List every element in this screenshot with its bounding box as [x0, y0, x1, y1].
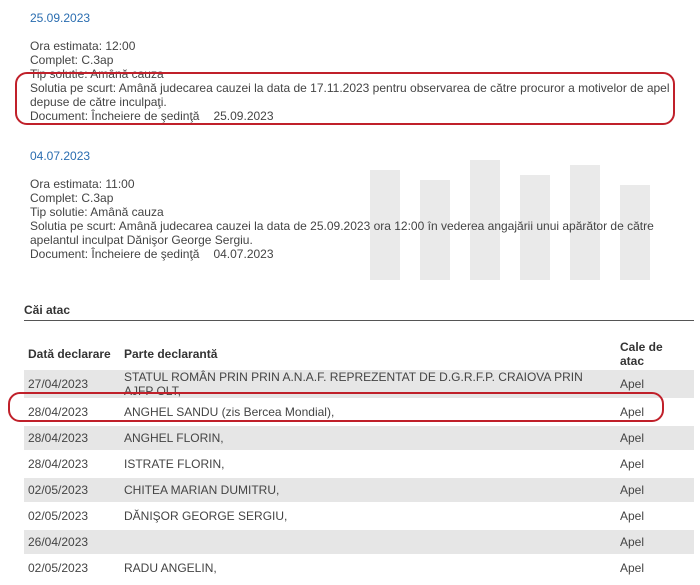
complet-label: Complet: — [30, 191, 79, 205]
solutia-row: Solutia pe scurt: Amână judecarea cauzei… — [30, 81, 670, 95]
session-entry: 25.09.2023 Ora estimata: 12:00 Complet: … — [30, 11, 670, 123]
cai-atac-table: Dată declarare Parte declarantă Cale de … — [24, 340, 694, 580]
ora-value: 11:00 — [105, 177, 135, 191]
solutia-continuation: apelantul inculpat Dănişor George Sergiu… — [30, 233, 253, 247]
document-date: 04.07.2023 — [213, 247, 274, 261]
ora-label: Ora estimata: — [30, 177, 103, 191]
document-label: Document: — [30, 247, 89, 261]
solutia-text: Amână judecarea cauzei la data de 17.11.… — [118, 81, 670, 95]
cell-appeal-type: Apel — [616, 476, 694, 503]
header-parte-declaranta: Parte declarantă — [124, 347, 218, 361]
session-date-link[interactable]: 04.07.2023 — [30, 149, 654, 163]
table-row: 02/05/2023 CHITEA MARIAN DUMITRU, Apel — [24, 476, 694, 503]
cell-party: STATUL ROMÂN PRIN PRIN A.N.A.F. REPREZEN… — [120, 368, 616, 399]
cell-date: 28/04/2023 — [24, 398, 120, 425]
session-date-link[interactable]: 25.09.2023 — [30, 11, 670, 25]
cell-party: RADU ANGELIN, — [120, 554, 616, 580]
complet-value: C.3ap — [81, 191, 114, 205]
cell-party: ANGHEL FLORIN, — [120, 424, 616, 451]
cell-appeal-type: Apel — [616, 528, 694, 555]
table-row: 28/04/2023 ISTRATE FLORIN, Apel — [24, 450, 694, 477]
cell-date: 02/05/2023 — [24, 502, 120, 529]
cell-party: ISTRATE FLORIN, — [120, 450, 616, 477]
complet-row: Complet: C.3ap — [30, 191, 654, 205]
table-row: 02/05/2023 DĂNIŞOR GEORGE SERGIU, Apel — [24, 502, 694, 529]
cell-date: 27/04/2023 — [24, 368, 120, 399]
cell-appeal-type: Apel — [616, 398, 694, 425]
ora-estimata-row: Ora estimata: 11:00 — [30, 177, 654, 191]
solutia-label: Solutia pe scurt: — [30, 81, 117, 95]
tip-value: Amână cauza — [90, 67, 164, 81]
header-cale-de-atac: Cale de atac — [620, 340, 663, 368]
table-row: 26/04/2023 Apel — [24, 528, 694, 555]
table-row: 02/05/2023 RADU ANGELIN, Apel — [24, 554, 694, 580]
cell-party: DĂNIŞOR GEORGE SERGIU, — [120, 502, 616, 529]
table-row: 28/04/2023 ANGHEL SANDU (zis Bercea Mond… — [24, 398, 694, 425]
cai-atac-title: Căi atac — [24, 303, 71, 317]
tip-value: Amână cauza — [90, 205, 164, 219]
cell-appeal-type: Apel — [616, 424, 694, 451]
tip-label: Tip solutie: — [30, 205, 88, 219]
complet-label: Complet: — [30, 53, 79, 67]
document-link[interactable]: Încheiere de şedinţă — [91, 247, 199, 261]
ora-label: Ora estimata: — [30, 39, 103, 53]
section-divider — [24, 320, 694, 321]
document-label: Document: — [30, 109, 89, 123]
tip-label: Tip solutie: — [30, 67, 88, 81]
complet-value: C.3ap — [81, 53, 114, 67]
cell-date: 28/04/2023 — [24, 424, 120, 451]
cell-appeal-type: Apel — [616, 554, 694, 580]
table-header-row: Dată declarare Parte declarantă Cale de … — [24, 340, 694, 369]
cell-appeal-type: Apel — [616, 502, 694, 529]
document-row: Document: Încheiere de şedinţă 25.09.2023 — [30, 109, 670, 123]
cell-date: 02/05/2023 — [24, 554, 120, 580]
cell-date: 02/05/2023 — [24, 476, 120, 503]
solutia-label: Solutia pe scurt: — [30, 219, 117, 233]
table-row: 27/04/2023 STATUL ROMÂN PRIN PRIN A.N.A.… — [24, 368, 694, 399]
solutia-row: Solutia pe scurt: Amână judecarea cauzei… — [30, 219, 654, 233]
tip-solutie-row: Tip solutie: Amână cauza — [30, 67, 670, 81]
table-row: 28/04/2023 ANGHEL FLORIN, Apel — [24, 424, 694, 451]
cell-party — [120, 528, 616, 555]
session-entry: 04.07.2023 Ora estimata: 11:00 Complet: … — [30, 149, 654, 261]
ora-estimata-row: Ora estimata: 12:00 — [30, 39, 670, 53]
solutia-text: Amână judecarea cauzei la data de 25.09.… — [118, 219, 654, 233]
cell-appeal-type: Apel — [616, 450, 694, 477]
complet-row: Complet: C.3ap — [30, 53, 670, 67]
cell-date: 28/04/2023 — [24, 450, 120, 477]
cell-party: ANGHEL SANDU (zis Bercea Mondial), — [120, 398, 616, 425]
document-date: 25.09.2023 — [213, 109, 274, 123]
solutia-continuation: depuse de către inculpaţi. — [30, 95, 167, 109]
header-data-declarare: Dată declarare — [28, 347, 111, 361]
cell-appeal-type: Apel — [616, 368, 694, 399]
tip-solutie-row: Tip solutie: Amână cauza — [30, 205, 654, 219]
document-link[interactable]: Încheiere de şedinţă — [91, 109, 199, 123]
ora-value: 12:00 — [105, 39, 136, 53]
document-row: Document: Încheiere de şedinţă 04.07.2023 — [30, 247, 654, 261]
cell-party: CHITEA MARIAN DUMITRU, — [120, 476, 616, 503]
cell-date: 26/04/2023 — [24, 528, 120, 555]
